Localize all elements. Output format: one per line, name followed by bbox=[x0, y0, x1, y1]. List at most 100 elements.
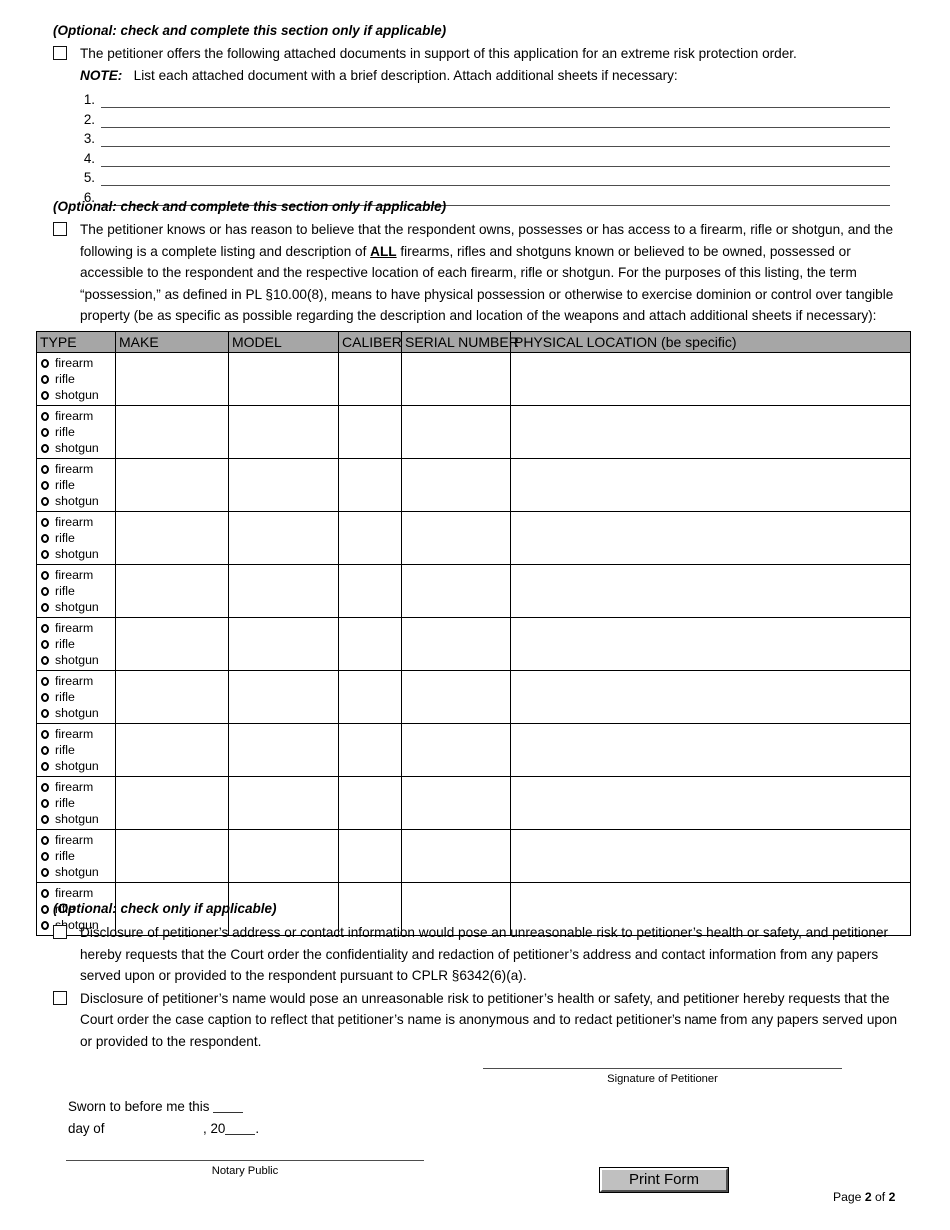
type-option-shotgun[interactable]: shotgun bbox=[41, 864, 115, 880]
cell-make[interactable] bbox=[115, 405, 229, 459]
cell-caliber[interactable] bbox=[338, 723, 402, 777]
cell-serial-number[interactable] bbox=[401, 776, 511, 830]
list-item-write-line[interactable] bbox=[101, 154, 890, 167]
cell-caliber[interactable] bbox=[338, 617, 402, 671]
radio-icon[interactable] bbox=[41, 708, 49, 718]
cell-make[interactable] bbox=[115, 564, 229, 618]
radio-icon[interactable] bbox=[41, 480, 49, 490]
list-item[interactable]: 3. bbox=[53, 128, 898, 147]
cell-physical-location[interactable] bbox=[510, 352, 911, 406]
type-option-shotgun[interactable]: shotgun bbox=[41, 811, 115, 827]
radio-icon[interactable] bbox=[41, 427, 49, 437]
cell-model[interactable] bbox=[228, 405, 339, 459]
cell-physical-location[interactable] bbox=[510, 617, 911, 671]
cell-serial-number[interactable] bbox=[401, 670, 511, 724]
radio-icon[interactable] bbox=[41, 676, 49, 686]
list-item[interactable]: 5. bbox=[53, 167, 898, 186]
radio-icon[interactable] bbox=[41, 920, 49, 930]
radio-icon[interactable] bbox=[41, 517, 49, 527]
radio-icon[interactable] bbox=[41, 602, 49, 612]
radio-icon[interactable] bbox=[41, 570, 49, 580]
type-option-shotgun[interactable]: shotgun bbox=[41, 493, 115, 509]
cell-serial-number[interactable] bbox=[401, 458, 511, 512]
cell-model[interactable] bbox=[228, 670, 339, 724]
radio-icon[interactable] bbox=[41, 835, 49, 845]
cell-make[interactable] bbox=[115, 670, 229, 724]
cell-serial-number[interactable] bbox=[401, 352, 511, 406]
cell-physical-location[interactable] bbox=[510, 564, 911, 618]
cell-caliber[interactable] bbox=[338, 776, 402, 830]
radio-icon[interactable] bbox=[41, 623, 49, 633]
cell-make[interactable] bbox=[115, 776, 229, 830]
type-option-rifle[interactable]: rifle bbox=[41, 795, 115, 811]
cell-model[interactable] bbox=[228, 511, 339, 565]
cell-serial-number[interactable] bbox=[401, 617, 511, 671]
firearms-checkbox[interactable] bbox=[53, 222, 67, 236]
cell-make[interactable] bbox=[115, 352, 229, 406]
type-option-firearm[interactable]: firearm bbox=[41, 726, 115, 742]
radio-icon[interactable] bbox=[41, 851, 49, 861]
radio-icon[interactable] bbox=[41, 443, 49, 453]
radio-icon[interactable] bbox=[41, 533, 49, 543]
cell-serial-number[interactable] bbox=[401, 829, 511, 883]
petitioner-signature-line[interactable] bbox=[483, 1068, 842, 1069]
cell-make[interactable] bbox=[115, 723, 229, 777]
radio-icon[interactable] bbox=[41, 888, 49, 898]
cell-caliber[interactable] bbox=[338, 670, 402, 724]
cell-make[interactable] bbox=[115, 511, 229, 565]
list-item-write-line[interactable] bbox=[101, 134, 890, 147]
type-option-firearm[interactable]: firearm bbox=[41, 832, 115, 848]
cell-caliber[interactable] bbox=[338, 352, 402, 406]
list-item-write-line[interactable] bbox=[101, 115, 890, 128]
type-option-shotgun[interactable]: shotgun bbox=[41, 387, 115, 403]
radio-icon[interactable] bbox=[41, 374, 49, 384]
list-item[interactable]: 2. bbox=[53, 108, 898, 128]
radio-icon[interactable] bbox=[41, 782, 49, 792]
cell-make[interactable] bbox=[115, 458, 229, 512]
radio-icon[interactable] bbox=[41, 867, 49, 877]
radio-icon[interactable] bbox=[41, 639, 49, 649]
type-option-rifle[interactable]: rifle bbox=[41, 689, 115, 705]
cell-model[interactable] bbox=[228, 829, 339, 883]
type-option-rifle[interactable]: rifle bbox=[41, 583, 115, 599]
notary-signature-line[interactable] bbox=[66, 1160, 424, 1161]
cell-physical-location[interactable] bbox=[510, 405, 911, 459]
radio-icon[interactable] bbox=[41, 586, 49, 596]
attached-documents-checkbox[interactable] bbox=[53, 46, 67, 60]
cell-caliber[interactable] bbox=[338, 829, 402, 883]
sworn-year-blank[interactable] bbox=[225, 1121, 256, 1135]
radio-icon[interactable] bbox=[41, 692, 49, 702]
radio-icon[interactable] bbox=[41, 814, 49, 824]
cell-make[interactable] bbox=[115, 617, 229, 671]
radio-icon[interactable] bbox=[41, 729, 49, 739]
firearms-checkbox-row[interactable]: The petitioner knows or has reason to be… bbox=[53, 219, 905, 327]
type-option-shotgun[interactable]: shotgun bbox=[41, 705, 115, 721]
type-option-firearm[interactable]: firearm bbox=[41, 885, 115, 901]
list-item-write-line[interactable] bbox=[101, 173, 890, 186]
cell-make[interactable] bbox=[115, 829, 229, 883]
cell-physical-location[interactable] bbox=[510, 776, 911, 830]
type-option-rifle[interactable]: rifle bbox=[41, 742, 115, 758]
type-option-rifle[interactable]: rifle bbox=[41, 424, 115, 440]
cell-physical-location[interactable] bbox=[510, 829, 911, 883]
cell-model[interactable] bbox=[228, 776, 339, 830]
radio-icon[interactable] bbox=[41, 761, 49, 771]
list-item-write-line[interactable] bbox=[101, 95, 890, 108]
cell-caliber[interactable] bbox=[338, 405, 402, 459]
radio-icon[interactable] bbox=[41, 745, 49, 755]
radio-icon[interactable] bbox=[41, 411, 49, 421]
type-option-rifle[interactable]: rifle bbox=[41, 477, 115, 493]
cell-serial-number[interactable] bbox=[401, 511, 511, 565]
cell-serial-number[interactable] bbox=[401, 723, 511, 777]
type-option-firearm[interactable]: firearm bbox=[41, 567, 115, 583]
cell-model[interactable] bbox=[228, 352, 339, 406]
cell-caliber[interactable] bbox=[338, 511, 402, 565]
attached-documents-checkbox-row[interactable]: The petitioner offers the following atta… bbox=[53, 43, 898, 65]
type-option-firearm[interactable]: firearm bbox=[41, 355, 115, 371]
disclosure-name-row[interactable]: Disclosure of petitioner’s name would po… bbox=[53, 988, 901, 1053]
radio-icon[interactable] bbox=[41, 798, 49, 808]
radio-icon[interactable] bbox=[41, 390, 49, 400]
type-option-shotgun[interactable]: shotgun bbox=[41, 652, 115, 668]
radio-icon[interactable] bbox=[41, 496, 49, 506]
print-form-button[interactable]: Print Form bbox=[600, 1168, 728, 1192]
